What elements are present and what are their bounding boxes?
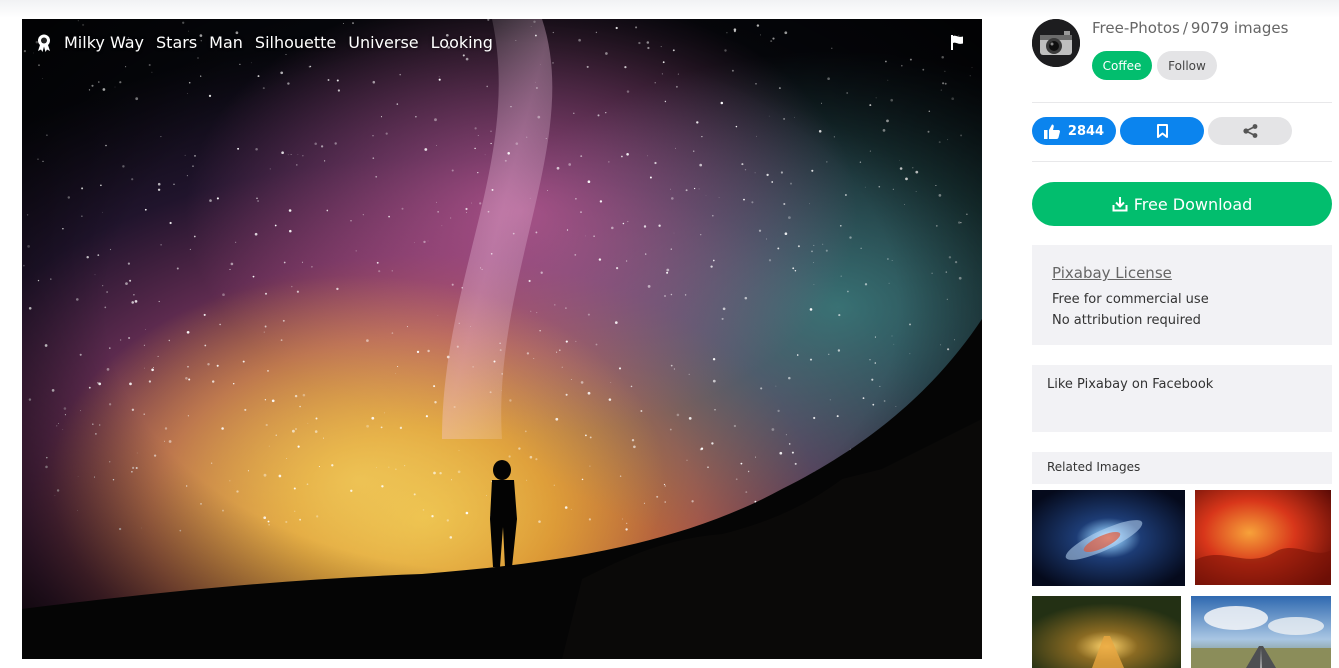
facebook-like-box: Like Pixabay on Facebook — [1032, 365, 1332, 432]
related-thumb-galaxy[interactable] — [1032, 490, 1185, 586]
flag-icon[interactable] — [950, 35, 964, 50]
milky-way-photo — [22, 19, 982, 659]
collect-button[interactable] — [1120, 117, 1204, 145]
author-line: Free-Photos/9079 images — [1092, 18, 1288, 38]
sky-road-thumbnail — [1191, 596, 1331, 668]
facebook-like-text[interactable]: Like Pixabay on Facebook — [1047, 377, 1213, 392]
author-separator: / — [1182, 19, 1188, 37]
like-count: 2844 — [1067, 123, 1105, 139]
tag-list: Milky Way Stars Man Silhouette Universe … — [64, 32, 505, 54]
tag-stars[interactable]: Stars — [156, 32, 197, 54]
license-line-commercial: Free for commercial use — [1052, 292, 1209, 307]
tag-silhouette[interactable]: Silhouette — [255, 32, 336, 54]
download-label: Free Download — [1133, 194, 1253, 214]
award-icon — [38, 34, 50, 52]
free-download-button[interactable]: Free Download — [1032, 182, 1332, 226]
share-icon — [1242, 124, 1257, 138]
related-thumb-sky-road[interactable] — [1191, 596, 1331, 668]
coffee-button[interactable]: Coffee — [1092, 51, 1152, 80]
related-images-heading: Related Images — [1032, 452, 1332, 484]
thumbs-up-icon — [1043, 124, 1060, 139]
red-nebula-thumbnail — [1195, 490, 1331, 585]
tag-man[interactable]: Man — [209, 32, 243, 54]
license-line-attribution: No attribution required — [1052, 313, 1201, 328]
divider — [1032, 161, 1332, 162]
tag-universe[interactable]: Universe — [348, 32, 418, 54]
related-images-title: Related Images — [1047, 460, 1141, 474]
author-image-count[interactable]: 9079 images — [1191, 19, 1288, 37]
license-link[interactable]: Pixabay License — [1052, 263, 1312, 283]
license-box: Pixabay License Free for commercial use … — [1032, 245, 1332, 345]
divider — [1032, 102, 1332, 103]
galaxy-thumbnail — [1032, 490, 1185, 586]
download-icon — [1112, 197, 1128, 212]
tag-milky-way[interactable]: Milky Way — [64, 32, 144, 54]
camera-avatar-image — [1032, 19, 1080, 67]
author-name[interactable]: Free-Photos — [1092, 19, 1180, 37]
forest-road-thumbnail — [1032, 596, 1181, 668]
related-thumb-forest-road[interactable] — [1032, 596, 1181, 668]
follow-button[interactable]: Follow — [1157, 51, 1217, 80]
tag-bar: Milky Way Stars Man Silhouette Universe … — [22, 19, 982, 67]
share-button[interactable] — [1208, 117, 1292, 145]
bookmark-icon — [1156, 124, 1168, 138]
like-button[interactable]: 2844 — [1032, 117, 1116, 145]
related-thumb-red-nebula[interactable] — [1195, 490, 1331, 585]
tag-looking[interactable]: Looking — [431, 32, 493, 54]
main-photo[interactable]: Milky Way Stars Man Silhouette Universe … — [22, 19, 982, 659]
page-top-fade — [0, 0, 1339, 18]
author-avatar[interactable] — [1032, 19, 1080, 67]
